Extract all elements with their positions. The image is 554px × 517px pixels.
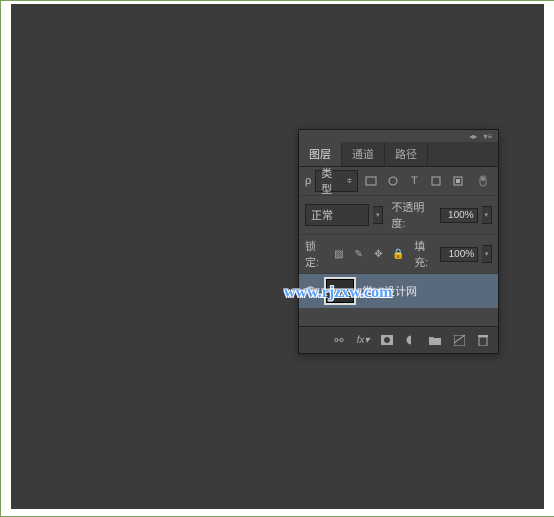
lock-transparency-icon[interactable]: ▨ xyxy=(331,245,347,263)
filter-toggle-icon[interactable] xyxy=(474,172,492,190)
fx-icon[interactable]: fx▾ xyxy=(354,331,372,349)
link-icon[interactable]: ⚯ xyxy=(330,331,348,349)
fill-label: 填充: xyxy=(414,238,436,270)
adjustment-icon[interactable] xyxy=(402,331,420,349)
filter-label: 类型 xyxy=(321,165,342,197)
filter-search-icon: ρ xyxy=(305,175,311,187)
new-layer-icon[interactable] xyxy=(450,331,468,349)
lock-position-icon[interactable]: ✥ xyxy=(371,245,387,263)
filter-adjust-icon[interactable] xyxy=(384,172,402,190)
mask-icon[interactable] xyxy=(378,331,396,349)
lock-row: 锁定: ▨ ✎ ✥ 🔒 填充: 100% ▾ xyxy=(299,235,498,274)
blend-mode-value: 正常 xyxy=(311,207,333,223)
blend-mode-dropdown-icon[interactable]: ▾ xyxy=(373,206,383,224)
filter-shape-icon[interactable] xyxy=(427,172,445,190)
panel-menu-icon[interactable]: ▾≡ xyxy=(483,132,492,141)
filter-row: ρ 类型 ≑ T xyxy=(299,167,498,196)
tab-channels[interactable]: 通道 xyxy=(342,142,385,166)
filter-type-icon[interactable]: T xyxy=(406,172,424,190)
lock-all-icon[interactable]: 🔒 xyxy=(390,245,406,263)
opacity-dropdown-icon[interactable]: ▾ xyxy=(482,206,492,224)
fill-value[interactable]: 100% xyxy=(440,247,478,262)
trash-icon[interactable] xyxy=(474,331,492,349)
chevron-down-icon: ≑ xyxy=(347,177,353,185)
tab-paths[interactable]: 路径 xyxy=(385,142,428,166)
blend-row: 正常 ▾ 不透明度: 100% ▾ xyxy=(299,196,498,235)
app-frame: ◂▸ ▾≡ 图层 通道 路径 ρ 类型 ≑ T 正常 ▾ xyxy=(0,0,554,517)
fill-dropdown-icon[interactable]: ▾ xyxy=(482,245,492,263)
blend-mode-select[interactable]: 正常 xyxy=(305,204,369,226)
layers-panel: ◂▸ ▾≡ 图层 通道 路径 ρ 类型 ≑ T 正常 ▾ xyxy=(298,129,499,354)
panel-titlebar: ◂▸ ▾≡ xyxy=(299,130,498,142)
opacity-label: 不透明度: xyxy=(391,199,435,231)
lock-pixels-icon[interactable]: ✎ xyxy=(351,245,367,263)
panel-footer: ⚯ fx▾ xyxy=(299,326,498,353)
lock-label: 锁定: xyxy=(305,238,327,270)
filter-pixel-icon[interactable] xyxy=(362,172,380,190)
filter-smart-icon[interactable] xyxy=(449,172,467,190)
group-icon[interactable] xyxy=(426,331,444,349)
collapse-icon[interactable]: ◂▸ xyxy=(469,132,477,141)
panel-tabs: 图层 通道 路径 xyxy=(299,142,498,167)
opacity-value[interactable]: 100% xyxy=(440,208,478,223)
tab-layers[interactable]: 图层 xyxy=(299,142,342,166)
filter-type-select[interactable]: 类型 ≑ xyxy=(315,170,358,192)
watermark-text: www.rjzxw.com xyxy=(284,284,392,302)
